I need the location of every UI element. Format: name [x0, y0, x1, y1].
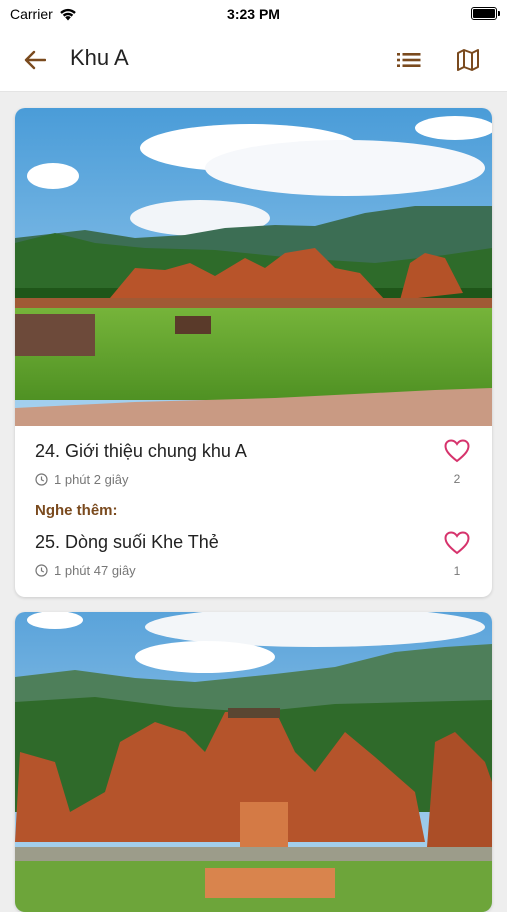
duration-text: 1 phút 47 giây — [54, 563, 136, 578]
map-icon — [457, 49, 479, 71]
tour-card[interactable] — [15, 612, 492, 912]
temple-complex-photo — [15, 612, 492, 912]
back-button[interactable] — [18, 44, 52, 76]
like-count: 1 — [453, 564, 461, 578]
track-title: 25. Dòng suối Khe Thẻ — [35, 532, 219, 552]
status-time: 3:23 PM — [227, 6, 280, 22]
track-duration: 1 phút 2 giây — [35, 472, 475, 487]
track-title: 24. Giới thiệu chung khu A — [35, 441, 247, 461]
arrow-left-icon — [24, 50, 46, 70]
heart-icon — [444, 439, 470, 463]
listen-more-label: Nghe thêm: — [35, 502, 118, 519]
status-bar: Carrier 3:23 PM — [0, 0, 507, 28]
navigation-bar: Khu A — [0, 28, 507, 92]
heart-icon — [444, 531, 470, 555]
like-count: 2 — [453, 472, 461, 486]
page-title: Khu A — [70, 45, 129, 70]
duration-text: 1 phút 2 giây — [54, 472, 129, 487]
tour-card[interactable]: 24. Giới thiệu chung khu A 1 phút 2 giây… — [15, 108, 492, 597]
temple-ruins-photo — [15, 108, 492, 426]
related-track[interactable]: 25. Dòng suối Khe Thẻ 1 phút 47 giây — [35, 532, 475, 578]
list-icon — [397, 53, 421, 67]
clock-icon — [35, 564, 48, 577]
like-button[interactable]: 1 — [442, 531, 472, 578]
clock-icon — [35, 473, 48, 486]
like-button[interactable]: 2 — [442, 439, 472, 486]
map-view-button[interactable] — [452, 44, 484, 76]
track-duration: 1 phút 47 giây — [35, 563, 475, 578]
battery-icon — [471, 7, 500, 20]
primary-track[interactable]: 24. Giới thiệu chung khu A 1 phút 2 giây — [35, 441, 475, 487]
list-view-button[interactable] — [392, 45, 426, 75]
